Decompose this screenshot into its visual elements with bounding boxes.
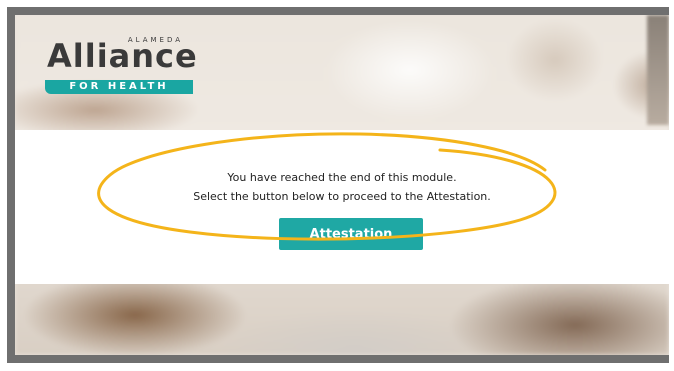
course-slide: ALAMEDA Alliance FOR HEALTH You have rea… bbox=[15, 15, 669, 355]
message-line-1: You have reached the end of this module. bbox=[227, 171, 457, 184]
logo-bar: FOR HEALTH bbox=[45, 80, 193, 94]
alliance-logo: ALAMEDA Alliance FOR HEALTH bbox=[41, 30, 198, 94]
message-line-2: Select the button below to proceed to th… bbox=[193, 190, 491, 203]
screenshot-frame: ALAMEDA Alliance FOR HEALTH You have rea… bbox=[7, 7, 669, 363]
message-panel: You have reached the end of this module.… bbox=[15, 130, 669, 284]
background-photo-edge bbox=[647, 15, 669, 125]
end-of-module-message: You have reached the end of this module.… bbox=[15, 168, 669, 206]
attestation-button[interactable]: Attestation bbox=[279, 218, 423, 250]
logo-word: Alliance bbox=[47, 37, 198, 75]
